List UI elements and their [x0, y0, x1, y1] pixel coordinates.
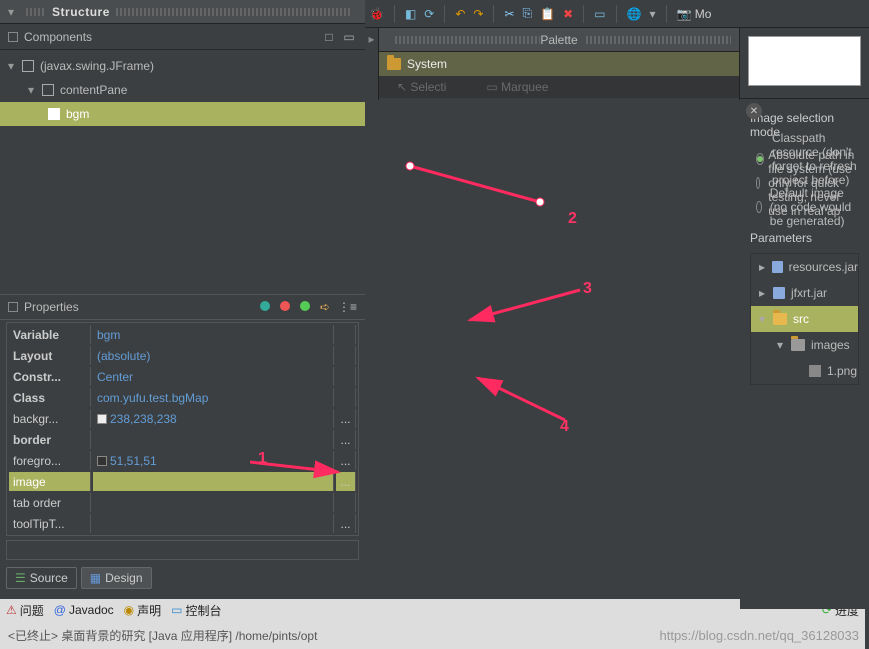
components-header: Components □ ▭: [0, 24, 365, 50]
test-icon[interactable]: ▭: [594, 7, 605, 21]
prop-tooltip[interactable]: toolTipT......: [9, 514, 356, 533]
tree-jfxrt-jar[interactable]: ▸jfxrt.jar: [751, 280, 858, 306]
components-title: Components: [24, 30, 92, 44]
prop-layout[interactable]: Layout(absolute): [9, 346, 356, 365]
main-toolbar: 🐞 ◧ ⟳ ↶ ↷ ✂ ⎘ 📋 ✖ ▭ 🌐 ▾ 📷 Mo: [365, 0, 869, 28]
tab-javadoc[interactable]: @Javadoc: [54, 603, 114, 617]
watermark: https://blog.csdn.net/qq_36128033: [660, 628, 860, 643]
collapse-all-icon[interactable]: ▭: [341, 29, 357, 45]
radio-icon: [756, 177, 760, 189]
toggle-icon[interactable]: ▾: [28, 83, 38, 97]
select-tool[interactable]: ↖ Selecti: [397, 80, 446, 94]
property-description: [6, 540, 359, 560]
tree-resources-jar[interactable]: ▸resources.jar: [751, 254, 858, 280]
component-icon: [48, 108, 60, 120]
parameters-label: Parameters: [750, 231, 859, 245]
design-canvas-preview[interactable]: [748, 36, 861, 86]
mo-icon[interactable]: 📷 Mo: [677, 7, 712, 21]
tree-images[interactable]: ▾images: [751, 332, 858, 358]
menu-icon[interactable]: ⋮≡: [338, 300, 357, 314]
tab-source[interactable]: ☰Source: [6, 567, 77, 589]
tree-bgm[interactable]: bgm: [0, 102, 365, 126]
structure-title: Structure: [52, 5, 110, 19]
tree-root[interactable]: ▾ (javax.swing.JFrame): [0, 54, 365, 78]
ellipsis-button[interactable]: ...: [336, 430, 356, 449]
collapse-icon[interactable]: ▾: [8, 5, 14, 19]
ellipsis-button[interactable]: ...: [336, 514, 356, 533]
prop-taborder[interactable]: tab order: [9, 493, 356, 512]
tool-icon-1[interactable]: [260, 300, 270, 314]
prop-constraints[interactable]: Constr...Center: [9, 367, 356, 386]
image-file-icon: [809, 365, 821, 377]
bullet-icon: [8, 302, 18, 312]
radio-icon: [756, 153, 764, 165]
parameters-tree: ▸resources.jar ▸jfxrt.jar ▾src ▾images ▸…: [750, 253, 859, 385]
undo-icon[interactable]: ↶: [455, 7, 465, 21]
jar-icon: [772, 261, 783, 273]
palette-gutter[interactable]: ▸: [365, 28, 379, 100]
bullet-icon: [8, 32, 18, 42]
tree-contentpane[interactable]: ▾ contentPane: [0, 78, 365, 102]
tree-root-label: (javax.swing.JFrame): [40, 59, 154, 73]
globe-icon[interactable]: 🌐: [627, 7, 642, 21]
toggle-icon[interactable]: ▾: [8, 59, 18, 73]
tab-design[interactable]: ▦Design: [81, 567, 152, 589]
tree-src[interactable]: ▾src: [751, 306, 858, 332]
frame-icon: [22, 60, 34, 72]
tool-icon-2[interactable]: [280, 300, 290, 314]
goto-icon[interactable]: ➪: [320, 300, 330, 314]
image-dialog: Image c ✕ Image selection mode Classpath…: [740, 98, 869, 609]
tree-1png[interactable]: ▸1.png: [751, 358, 858, 384]
radio-icon: [756, 201, 762, 213]
editor-tabs: ☰Source ▦Design: [6, 567, 152, 589]
palette-header: Palette: [379, 28, 739, 52]
refresh-icon[interactable]: ⟳: [424, 7, 434, 21]
prop-class[interactable]: Classcom.yufu.test.bgMap: [9, 388, 356, 407]
palette-system-group[interactable]: System: [379, 52, 739, 76]
marquee-tool[interactable]: ▭ Marquee: [486, 80, 548, 94]
ellipsis-button[interactable]: ...: [336, 409, 356, 428]
expand-icon[interactable]: □: [321, 29, 337, 45]
properties-header: Properties ➪ ⋮≡: [0, 294, 365, 320]
ellipsis-button[interactable]: ...: [336, 472, 356, 491]
delete-icon[interactable]: ✖: [563, 7, 573, 21]
bug-icon[interactable]: 🐞: [369, 7, 384, 21]
folder-icon: [773, 313, 787, 325]
tab-declaration[interactable]: ◉声明: [124, 602, 162, 619]
jar-icon: [773, 287, 785, 299]
properties-table: Variablebgm Layout(absolute) Constr...Ce…: [6, 322, 359, 536]
panel-icon: [42, 84, 54, 96]
tool-icon-3[interactable]: [300, 300, 310, 314]
structure-panel-header: ▾ Structure: [0, 0, 365, 24]
tree-leaf-label: bgm: [66, 107, 89, 121]
copy-icon[interactable]: ⎘: [523, 6, 533, 21]
prop-background[interactable]: backgr...238,238,238...: [9, 409, 356, 428]
properties-title: Properties: [24, 300, 79, 314]
prop-border[interactable]: border...: [9, 430, 356, 449]
folder-icon: [387, 58, 401, 70]
box-icon[interactable]: ◧: [405, 7, 416, 21]
tab-console[interactable]: ▭控制台: [171, 602, 221, 619]
prop-image[interactable]: image...: [9, 472, 356, 491]
redo-icon[interactable]: ↷: [473, 7, 483, 21]
dialog-close-button[interactable]: ✕: [746, 103, 762, 119]
tree-child-label: contentPane: [60, 83, 127, 97]
ellipsis-button[interactable]: ...: [336, 451, 356, 470]
prop-variable[interactable]: Variablebgm: [9, 325, 356, 344]
radio-default[interactable]: Default image (no code would be generate…: [756, 195, 859, 219]
cut-icon[interactable]: ✂: [504, 7, 514, 21]
components-tree: ▾ (javax.swing.JFrame) ▾ contentPane bgm: [0, 50, 365, 130]
palette-title: Palette: [540, 33, 577, 47]
tab-problems[interactable]: ⚠问题: [6, 602, 44, 619]
paste-icon[interactable]: 📋: [540, 7, 555, 21]
prop-foreground[interactable]: foregro...51,51,51...: [9, 451, 356, 470]
folder-icon: [791, 339, 805, 351]
